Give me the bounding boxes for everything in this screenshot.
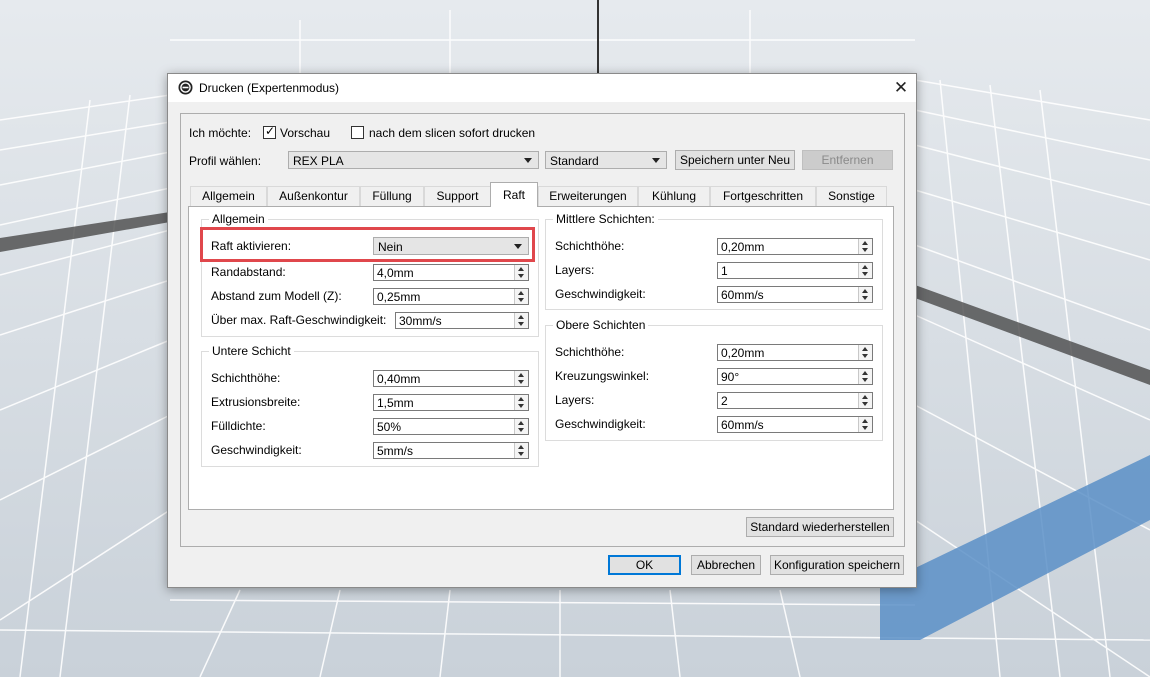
spin-arrows-icon[interactable] (858, 345, 872, 360)
ok-button[interactable]: OK (608, 555, 681, 575)
tab-allgemein[interactable]: Allgemein (190, 186, 267, 206)
spin-arrows-icon[interactable] (858, 369, 872, 384)
untere-field-label: Geschwindigkeit: (211, 443, 302, 457)
mittlere-layers-spinbox[interactable]: 1 (717, 262, 873, 279)
field-value: 5mm/s (377, 444, 413, 458)
spin-arrows-icon[interactable] (858, 417, 872, 432)
slice-print-label: nach dem slicen sofort drucken (369, 126, 536, 140)
save-as-new-button[interactable]: Speichern unter Neu (675, 150, 795, 170)
group-untere-title: Untere Schicht (209, 344, 294, 358)
raft-speed-value: 30mm/s (399, 314, 442, 328)
dialog-title: Drucken (Expertenmodus) (199, 81, 340, 95)
abstand-modell-label: Abstand zum Modell (Z): (211, 289, 342, 303)
abstand-modell-value: 0,25mm (377, 290, 421, 304)
raft-aktivieren-highlight (200, 227, 535, 262)
raft-tab-panel: Allgemein Raft aktivieren: Nein Randabst… (188, 206, 894, 510)
randabstand-label: Randabstand: (211, 265, 286, 279)
chevron-down-icon (652, 158, 660, 163)
spin-arrows-icon[interactable] (514, 289, 528, 304)
mittlere-field-label: Schichthöhe: (555, 239, 625, 253)
tab-fortgeschritten[interactable]: Fortgeschritten (710, 186, 816, 206)
raft-speed-spinbox[interactable]: 30mm/s (395, 312, 529, 329)
tab-erweiterungen[interactable]: Erweiterungen (538, 186, 638, 206)
mittlere-geschwindigkeit-spinbox[interactable]: 60mm/s (717, 286, 873, 303)
cancel-button[interactable]: Abbrechen (691, 555, 761, 575)
profil-label: Profil wählen: (189, 154, 262, 168)
field-value: 90° (721, 370, 740, 384)
check-mark-icon: ✓ (265, 124, 276, 138)
spin-arrows-icon[interactable] (514, 313, 528, 328)
spin-arrows-icon[interactable] (858, 393, 872, 408)
field-value: 1,5mm (377, 396, 414, 410)
mittlere-schichthoehe-spinbox[interactable]: 0,20mm (717, 238, 873, 255)
dialog-titlebar[interactable]: Drucken (Expertenmodus) ✕ (168, 74, 916, 102)
spin-arrows-icon[interactable] (514, 419, 528, 434)
obere-field-label: Layers: (555, 393, 595, 407)
field-value: 60mm/s (721, 418, 764, 432)
slice-print-checkbox[interactable] (351, 126, 364, 139)
ich-moechte-label: Ich möchte: (189, 126, 252, 140)
close-icon[interactable]: ✕ (886, 74, 916, 102)
field-value: 0,40mm (377, 372, 421, 386)
quality-select-value: Standard (550, 154, 599, 168)
field-value: 0,20mm (721, 240, 765, 254)
mittlere-field-label: Geschwindigkeit: (555, 287, 646, 301)
tab-raft[interactable]: Raft (490, 182, 538, 207)
spin-arrows-icon[interactable] (858, 239, 872, 254)
spin-arrows-icon[interactable] (514, 443, 528, 458)
randabstand-value: 4,0mm (377, 266, 414, 280)
field-value: 1 (721, 264, 728, 278)
print-dialog: Drucken (Expertenmodus) ✕ Ich möchte: ✓ … (167, 73, 917, 588)
untere-geschwindigkeit-spinbox[interactable]: 5mm/s (373, 442, 529, 459)
chevron-down-icon (524, 158, 532, 163)
untere-extrusionsbreite-spinbox[interactable]: 1,5mm (373, 394, 529, 411)
remove-profile-button[interactable]: Entfernen (802, 150, 893, 170)
untere-field-label: Extrusionsbreite: (211, 395, 301, 409)
restore-defaults-button[interactable]: Standard wiederherstellen (746, 517, 894, 537)
obere-field-label: Kreuzungswinkel: (555, 369, 650, 383)
obere-schichthoehe-spinbox[interactable]: 0,20mm (717, 344, 873, 361)
obere-field-label: Schichthöhe: (555, 345, 625, 359)
tab-sonstige[interactable]: Sonstige (816, 186, 887, 206)
field-value: 50% (377, 420, 402, 434)
untere-field-label: Fülldichte: (211, 419, 266, 433)
group-allgemein-title: Allgemein (209, 212, 268, 226)
raft-speed-label: Über max. Raft-Geschwindigkeit: (211, 313, 387, 327)
profile-select[interactable]: REX PLA (288, 151, 539, 169)
group-mittlere-schichten: Mittlere Schichten: Schichthöhe: 0,20mm … (545, 212, 883, 310)
obere-kreuzungswinkel-spinbox[interactable]: 90° (717, 368, 873, 385)
abstand-modell-spinbox[interactable]: 0,25mm (373, 288, 529, 305)
group-mittlere-title: Mittlere Schichten: (553, 212, 658, 226)
untere-fuelldichte-spinbox[interactable]: 50% (373, 418, 529, 435)
randabstand-spinbox[interactable]: 4,0mm (373, 264, 529, 281)
spin-arrows-icon[interactable] (858, 263, 872, 278)
obere-field-label: Geschwindigkeit: (555, 417, 646, 431)
save-config-button[interactable]: Konfiguration speichern (770, 555, 904, 575)
mittlere-field-label: Layers: (555, 263, 595, 277)
spin-arrows-icon[interactable] (514, 265, 528, 280)
group-obere-title: Obere Schichten (553, 318, 649, 332)
spin-arrows-icon[interactable] (858, 287, 872, 302)
obere-layers-spinbox[interactable]: 2 (717, 392, 873, 409)
tab-kuehlung[interactable]: Kühlung (638, 186, 710, 206)
dialog-content: Ich möchte: ✓ Vorschau nach dem slicen s… (180, 113, 905, 547)
tab-aussenkontur[interactable]: Außenkontur (267, 186, 360, 206)
spin-arrows-icon[interactable] (514, 371, 528, 386)
field-value: 0,20mm (721, 346, 765, 360)
vorschau-label: Vorschau (280, 126, 331, 140)
obere-geschwindigkeit-spinbox[interactable]: 60mm/s (717, 416, 873, 433)
app-logo-icon (178, 80, 193, 95)
group-untere-schicht: Untere Schicht Schichthöhe: 0,40mm Extru… (201, 344, 539, 467)
vorschau-checkbox[interactable]: ✓ (263, 124, 276, 139)
tab-fuellung[interactable]: Füllung (360, 186, 424, 206)
spin-arrows-icon[interactable] (514, 395, 528, 410)
group-obere-schichten: Obere Schichten Schichthöhe: 0,20mm Kreu… (545, 318, 883, 441)
field-value: 60mm/s (721, 288, 764, 302)
tab-support[interactable]: Support (424, 186, 491, 206)
field-value: 2 (721, 394, 728, 408)
untere-field-label: Schichthöhe: (211, 371, 281, 385)
quality-select[interactable]: Standard (545, 151, 667, 169)
profile-select-value: REX PLA (293, 154, 344, 168)
untere-schichthoehe-spinbox[interactable]: 0,40mm (373, 370, 529, 387)
